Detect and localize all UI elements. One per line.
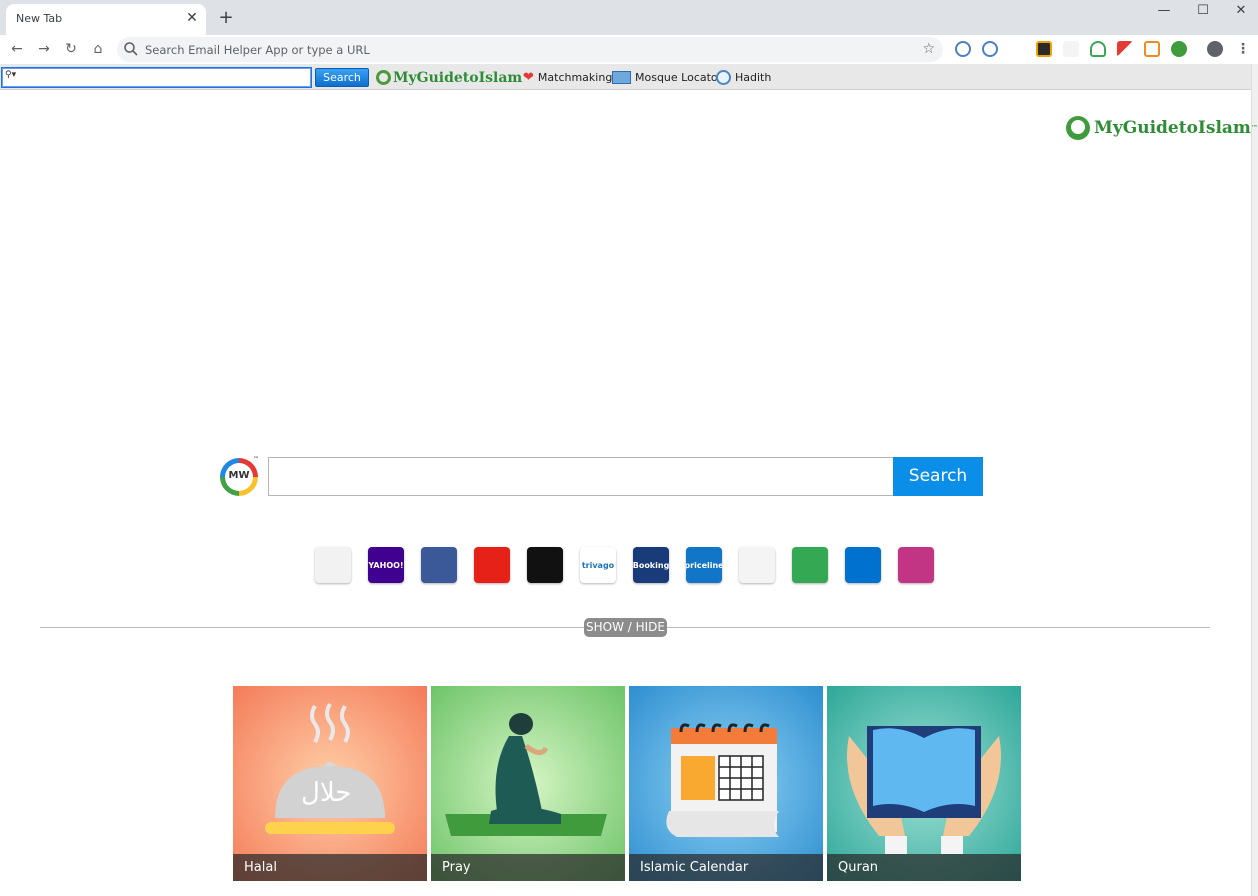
praying-man-icon xyxy=(431,686,625,881)
show-hide-toggle[interactable]: SHOW / HIDE xyxy=(584,618,667,637)
brand-logo-text: MyGuidetoIslam xyxy=(1094,118,1251,138)
toolbar-myguide-logo[interactable]: MyGuidetoIslam ™ xyxy=(376,68,528,87)
tab-title: New Tab xyxy=(16,12,63,25)
extension-icon-4[interactable] xyxy=(1144,41,1160,57)
matchmaking-label: Matchmaking xyxy=(537,71,613,84)
hadith-link[interactable]: Hadith xyxy=(716,68,771,87)
close-window-button[interactable]: ✕ xyxy=(1222,2,1258,22)
address-bar[interactable]: Search Email Helper App or type a URL ☆ xyxy=(117,37,943,62)
extension-toolbar: ⚲▾ Search MyGuidetoIslam ™ ❤ Matchmaking… xyxy=(0,64,1258,90)
address-bar-placeholder: Search Email Helper App or type a URL xyxy=(145,43,370,57)
back-button[interactable]: ← xyxy=(6,39,28,61)
extension-headphones-icon[interactable] xyxy=(1090,41,1106,57)
page-scrollbar[interactable] xyxy=(1251,64,1258,896)
trivago-shortcut-icon[interactable]: trivago xyxy=(580,547,616,583)
extension-sync-icon-2[interactable] xyxy=(982,41,998,57)
brand-logo-tm: ™ xyxy=(1250,124,1258,132)
tile-halal[interactable]: حلال Halal xyxy=(233,686,427,881)
forward-button[interactable]: → xyxy=(33,39,55,61)
tile-label: Pray xyxy=(431,854,625,881)
menu-kebab-icon[interactable]: ⋮ xyxy=(1232,39,1254,61)
facebook-shortcut-icon[interactable] xyxy=(421,547,457,583)
extension-sync-icon[interactable] xyxy=(955,41,971,57)
hadith-label: Hadith xyxy=(735,71,772,84)
search-icon xyxy=(124,42,138,56)
home-button[interactable]: ⌂ xyxy=(87,39,109,61)
tile-pray[interactable]: Pray xyxy=(431,686,625,881)
new-tab-button[interactable]: + xyxy=(216,8,236,28)
mw-logo: MW xyxy=(220,458,258,496)
instagram-shortcut-icon[interactable] xyxy=(898,547,934,583)
matchmaking-link[interactable]: ❤ Matchmaking xyxy=(523,68,612,87)
reload-button[interactable]: ↻ xyxy=(60,39,82,61)
tab-strip: New Tab ✕ + — ☐ ✕ xyxy=(0,0,1258,35)
yahoo-shortcut-icon[interactable]: YAHOO! xyxy=(368,547,404,583)
tile-islamic-calendar[interactable]: Islamic Calendar xyxy=(629,686,823,881)
book-icon xyxy=(612,71,631,84)
main-search-button[interactable]: Search xyxy=(893,457,983,496)
main-search-input[interactable] xyxy=(268,457,894,496)
macys-shortcut-icon[interactable] xyxy=(739,547,775,583)
extension-icon-1[interactable] xyxy=(1036,41,1052,57)
tile-label: Islamic Calendar xyxy=(629,854,823,881)
browser-toolbar: ← → ↻ ⌂ Search Email Helper App or type … xyxy=(0,35,1258,63)
myguidetoislam-logo[interactable]: MyGuidetoIslam ™ xyxy=(1066,116,1258,140)
mw-logo-text: MW xyxy=(228,470,250,481)
tripadvisor-shortcut-icon[interactable] xyxy=(792,547,828,583)
extension-icon-3[interactable] xyxy=(1117,41,1133,57)
close-tab-icon[interactable]: ✕ xyxy=(184,10,200,26)
toolbar-search-input[interactable]: ⚲▾ xyxy=(1,67,312,88)
tile-label: Quran xyxy=(827,854,1021,881)
heart-icon: ❤ xyxy=(523,70,534,85)
browser-tab[interactable]: New Tab ✕ xyxy=(6,4,206,35)
tile-label: Halal xyxy=(233,854,427,881)
halal-arabic-text: حلال xyxy=(301,778,352,808)
search-engine-dropdown-icon[interactable]: ⚲▾ xyxy=(5,70,16,80)
gmail-shortcut-icon[interactable] xyxy=(315,547,351,583)
extension-icon-2[interactable] xyxy=(1063,41,1079,57)
bookmark-star-icon[interactable]: ☆ xyxy=(922,41,935,57)
calendar-icon xyxy=(629,686,823,881)
booking-shortcut-icon[interactable]: Booking xyxy=(633,547,669,583)
crescent-logo-icon xyxy=(1066,116,1090,140)
youtube-shortcut-icon[interactable] xyxy=(474,547,510,583)
mosque-locator-label: Mosque Locator xyxy=(635,71,723,84)
priceline-shortcut-icon[interactable]: priceline xyxy=(686,547,722,583)
maximize-button[interactable]: ☐ xyxy=(1184,2,1222,22)
mw-logo-tm: ™ xyxy=(253,456,259,463)
walmart-shortcut-icon[interactable] xyxy=(845,547,881,583)
mosque-locator-link[interactable]: Mosque Locator xyxy=(612,68,722,87)
crescent-icon xyxy=(376,70,391,85)
clock-icon xyxy=(716,70,731,85)
profile-avatar-icon[interactable] xyxy=(1207,41,1223,57)
amazon-shortcut-icon[interactable] xyxy=(527,547,563,583)
tile-quran[interactable]: Quran xyxy=(827,686,1021,881)
minimize-button[interactable]: — xyxy=(1145,2,1183,22)
toolbar-search-button[interactable]: Search xyxy=(315,68,369,87)
toolbar-logo-text: MyGuidetoIslam xyxy=(393,69,523,86)
quran-book-icon xyxy=(827,686,1021,881)
extension-myguide-icon[interactable] xyxy=(1171,41,1187,57)
